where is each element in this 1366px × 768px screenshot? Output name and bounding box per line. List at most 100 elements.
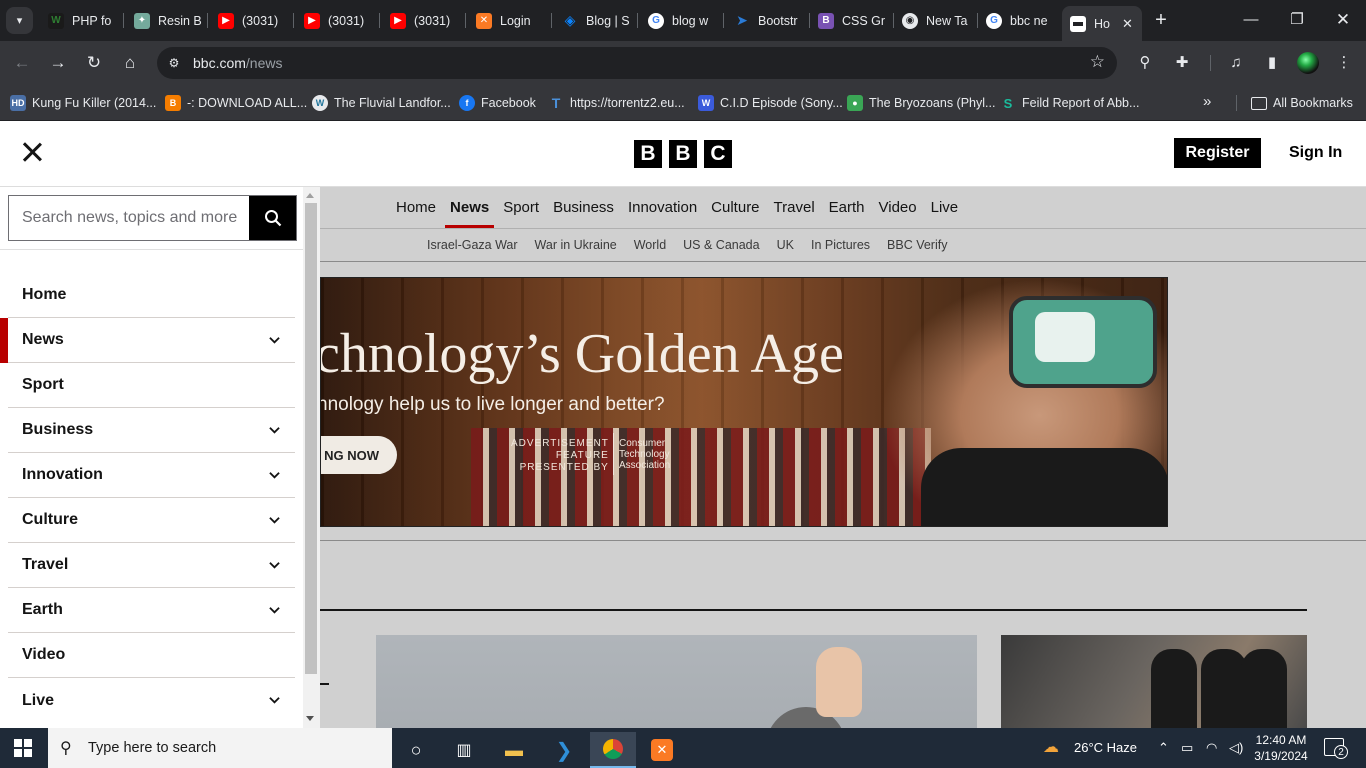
search-input[interactable]	[9, 196, 250, 240]
browser-tab[interactable]: W PHP fo	[40, 7, 124, 34]
scroll-down-arrow-icon[interactable]	[306, 716, 314, 721]
task-view-icon[interactable]: ▥	[441, 732, 487, 768]
browser-tab[interactable]: ◉ New Ta	[894, 7, 978, 34]
chevron-down-icon[interactable]	[269, 515, 280, 526]
browser-tab[interactable]: ▶ (3031)	[210, 7, 294, 34]
more-bookmarks-icon[interactable]: »	[1203, 93, 1211, 110]
home-icon[interactable]: ⌂	[118, 51, 142, 75]
nav-sport[interactable]: Sport	[503, 199, 539, 226]
chevron-down-icon[interactable]	[269, 695, 280, 706]
browser-tab[interactable]: ◈ Blog | S	[554, 7, 638, 34]
search-icon[interactable]: ⚲	[1133, 51, 1157, 75]
nav-video[interactable]: Video	[879, 199, 917, 226]
advertisement-banner[interactable]: chnology’s Golden Age nnology help us to…	[320, 277, 1168, 527]
xampp-taskbar-icon[interactable]: ✕	[639, 732, 685, 768]
browser-tab[interactable]: ✕ Login	[468, 7, 552, 34]
bookmark-star-icon[interactable]: ☆	[1090, 52, 1105, 72]
subnav-bbc-verify[interactable]: BBC Verify	[887, 238, 947, 252]
wifi-icon[interactable]: ◠	[1206, 740, 1217, 756]
profile-avatar[interactable]	[1297, 52, 1319, 74]
bookmark-item[interactable]: f Facebook	[459, 93, 536, 113]
minimize-icon[interactable]: —	[1236, 8, 1266, 32]
story-image[interactable]	[376, 635, 977, 728]
bookmark-item[interactable]: S Feild Report of Abb...	[1000, 93, 1140, 113]
close-menu-icon[interactable]	[20, 140, 44, 164]
bookmark-item[interactable]: W The Fluvial Landfor...	[312, 93, 451, 113]
browser-tab[interactable]: ➤ Bootstr	[726, 7, 810, 34]
chevron-down-icon[interactable]	[269, 335, 280, 346]
battery-icon[interactable]: ▭	[1181, 740, 1193, 756]
browser-tab[interactable]: B CSS Gr	[810, 7, 894, 34]
browser-tab-active[interactable]: Ho ✕	[1062, 6, 1142, 41]
bookmark-item[interactable]: HD Kung Fu Killer (2014...	[10, 93, 156, 113]
search-button[interactable]	[249, 196, 296, 240]
bbc-logo[interactable]: B B C	[634, 140, 732, 168]
menu-item-innovation[interactable]: Innovation	[8, 453, 295, 498]
weather-icon[interactable]: ☁	[1043, 737, 1059, 757]
close-window-icon[interactable]: ✕	[1328, 8, 1358, 32]
scroll-up-arrow-icon[interactable]	[306, 193, 314, 198]
menu-item-home[interactable]: Home	[8, 273, 295, 318]
chevron-down-icon[interactable]	[269, 560, 280, 571]
side-panel-icon[interactable]: ▮	[1260, 51, 1284, 75]
new-tab-icon[interactable]: +	[1150, 8, 1172, 32]
chrome-taskbar-icon[interactable]	[590, 732, 636, 768]
subnav-israel-gaza-war[interactable]: Israel-Gaza War	[427, 238, 518, 252]
nav-travel[interactable]: Travel	[774, 199, 815, 226]
subnav-in-pictures[interactable]: In Pictures	[811, 238, 870, 252]
file-explorer-icon[interactable]: ▬	[491, 732, 537, 768]
bookmark-item[interactable]: ● The Bryozoans (Phyl...	[847, 93, 995, 113]
browser-tab[interactable]: ▶ (3031)	[296, 7, 380, 34]
close-tab-icon[interactable]: ✕	[1122, 16, 1133, 32]
browser-tab[interactable]: G blog w	[640, 7, 724, 34]
cortana-icon[interactable]: ○	[393, 732, 439, 768]
tray-expand-icon[interactable]: ⌃	[1158, 740, 1169, 756]
browser-tab[interactable]: ▶ (3031)	[382, 7, 466, 34]
menu-item-earth[interactable]: Earth	[8, 588, 295, 633]
bookmark-item[interactable]: W C.I.D Episode (Sony...	[698, 93, 843, 113]
tab-search-dropdown-icon[interactable]: ▾	[6, 7, 33, 34]
all-bookmarks[interactable]: All Bookmarks	[1251, 93, 1353, 113]
menu-item-sport[interactable]: Sport	[8, 363, 295, 408]
reload-icon[interactable]: ↻	[82, 51, 106, 75]
nav-live[interactable]: Live	[931, 199, 959, 226]
browser-tab[interactable]: G bbc ne	[978, 7, 1062, 34]
menu-item-travel[interactable]: Travel	[8, 543, 295, 588]
nav-earth[interactable]: Earth	[829, 199, 865, 226]
nav-news[interactable]: News	[444, 199, 495, 228]
weather-text[interactable]: 26°C Haze	[1074, 740, 1137, 755]
menu-item-live[interactable]: Live	[8, 678, 295, 723]
browser-tab[interactable]: ✦ Resin B	[126, 7, 208, 34]
address-bar[interactable]: ⚙ bbc.com/news ☆	[157, 47, 1117, 79]
menu-item-business[interactable]: Business	[8, 408, 295, 453]
forward-icon[interactable]: →	[46, 51, 70, 75]
system-clock[interactable]: 12:40 AM 3/19/2024	[1252, 732, 1310, 764]
media-control-icon[interactable]: ♫	[1224, 51, 1248, 75]
sign-in-button[interactable]: Sign In	[1289, 144, 1342, 162]
taskbar-search[interactable]: ⚲ Type here to search	[48, 728, 392, 768]
subnav-us-canada[interactable]: US & Canada	[683, 238, 759, 252]
chevron-down-icon[interactable]	[269, 605, 280, 616]
extensions-icon[interactable]: ✚	[1170, 51, 1194, 75]
chevron-down-icon[interactable]	[269, 470, 280, 481]
bookmark-item[interactable]: B -: DOWNLOAD ALL...	[165, 93, 307, 113]
back-icon[interactable]: ←	[10, 51, 34, 75]
story-image[interactable]	[1001, 635, 1307, 728]
nav-culture[interactable]: Culture	[711, 199, 759, 226]
ad-cta-button[interactable]: NG NOW	[321, 436, 397, 474]
menu-item-news[interactable]: News	[0, 318, 295, 363]
vscode-icon[interactable]: ❯	[541, 732, 587, 768]
subnav-world[interactable]: World	[634, 238, 666, 252]
subnav-war-in-ukraine[interactable]: War in Ukraine	[535, 238, 617, 252]
register-button[interactable]: Register	[1174, 138, 1261, 168]
scrollbar-thumb[interactable]	[305, 203, 317, 674]
nav-home[interactable]: Home	[396, 199, 436, 226]
more-menu-icon[interactable]: ⋮	[1332, 51, 1356, 75]
bookmark-item[interactable]: Thttps://torrentz2.eu...	[548, 93, 685, 113]
site-settings-icon[interactable]: ⚙	[165, 54, 183, 72]
restore-icon[interactable]: ❐	[1282, 8, 1312, 32]
menu-item-culture[interactable]: Culture	[8, 498, 295, 543]
nav-business[interactable]: Business	[553, 199, 614, 226]
volume-icon[interactable]: ◁)	[1229, 740, 1243, 756]
windows-start-icon[interactable]	[14, 739, 32, 757]
